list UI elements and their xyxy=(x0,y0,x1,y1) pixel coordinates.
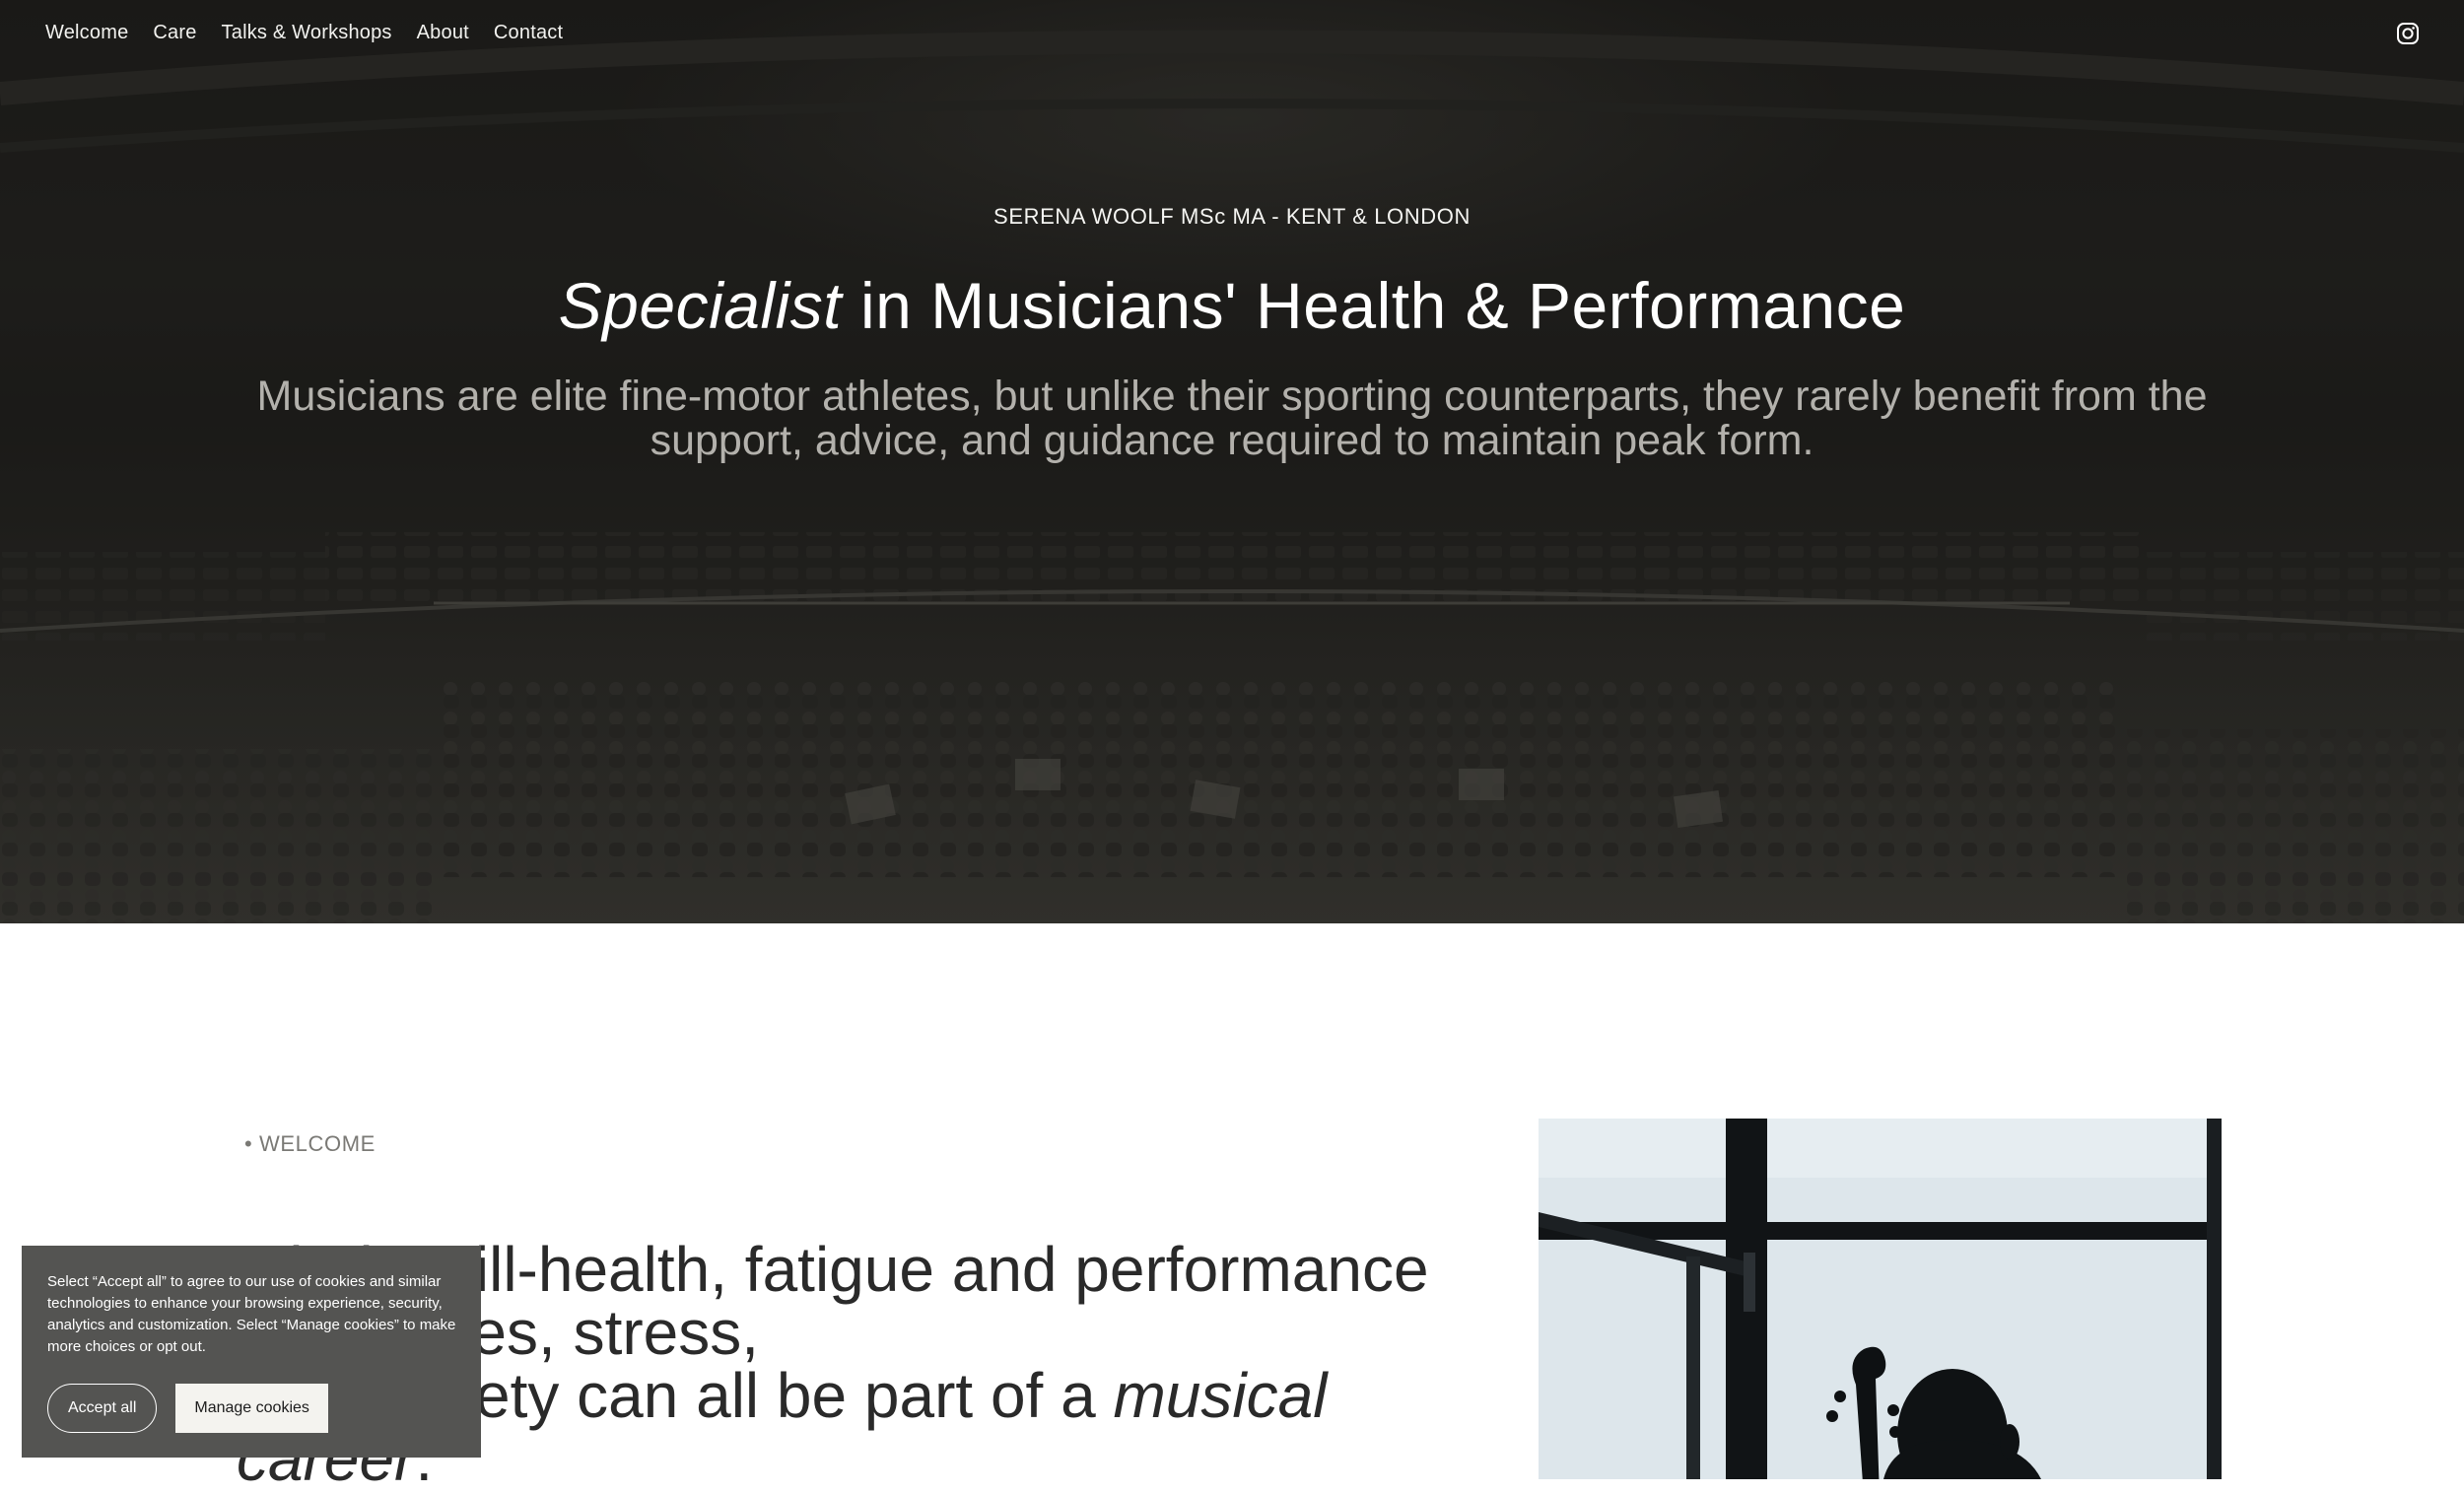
nav-link-about[interactable]: About xyxy=(417,22,469,44)
welcome-eyebrow: • WELCOME xyxy=(244,1131,376,1156)
hero-subtitle: Musicians are elite fine-motor athletes,… xyxy=(256,373,2208,464)
main-nav: Welcome Care Talks & Workshops About Con… xyxy=(45,22,563,44)
hero-title-emphasis: Specialist xyxy=(558,269,843,342)
cookie-banner-text: Select “Accept all” to agree to our use … xyxy=(47,1273,456,1355)
manage-cookies-button[interactable]: Manage cookies xyxy=(175,1384,328,1433)
hero-title: Specialist in Musicians' Health & Perfor… xyxy=(0,268,2464,343)
instagram-icon[interactable] xyxy=(2396,22,2420,45)
cookie-banner: Select “Accept all” to agree to our use … xyxy=(22,1246,481,1458)
nav-link-care[interactable]: Care xyxy=(153,22,196,44)
hero-title-rest: in Musicians' Health & Performance xyxy=(842,269,1906,342)
nav-link-talks-workshops[interactable]: Talks & Workshops xyxy=(222,22,392,44)
hero-eyebrow: SERENA WOOLF MSc MA - KENT & LONDON xyxy=(993,204,1471,229)
accept-all-button[interactable]: Accept all xyxy=(47,1384,158,1433)
cookie-actions: Accept all Manage cookies xyxy=(47,1384,328,1433)
nav-link-contact[interactable]: Contact xyxy=(494,22,563,44)
hero-section: Welcome Care Talks & Workshops About Con… xyxy=(0,0,2464,923)
cellist-window-photo xyxy=(1539,1119,2222,1479)
nav-link-welcome[interactable]: Welcome xyxy=(45,22,128,44)
